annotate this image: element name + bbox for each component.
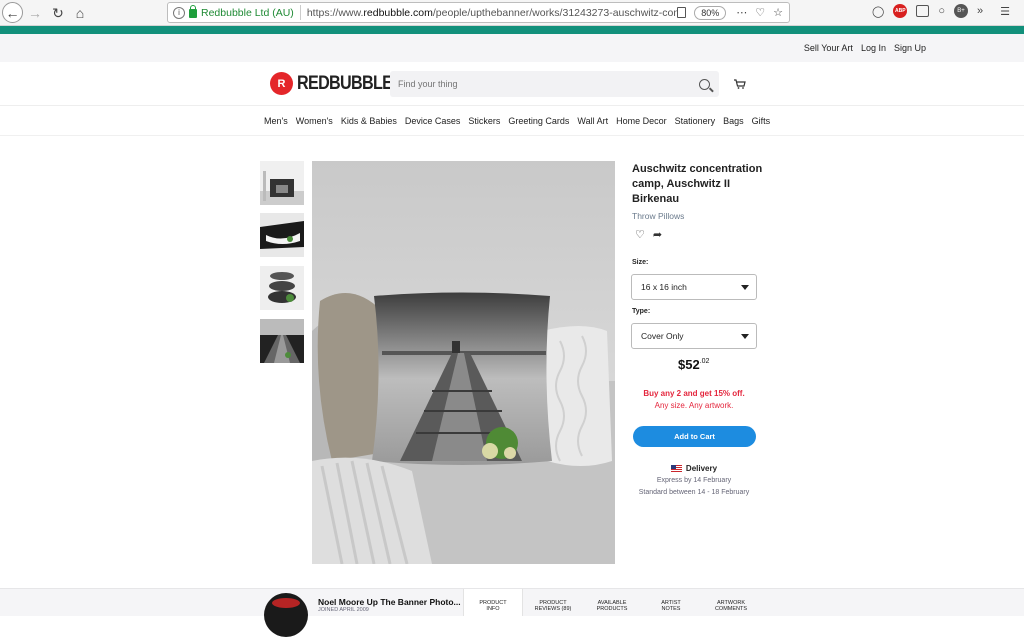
size-select[interactable]: 16 x 16 inch: [631, 274, 757, 300]
cart-icon[interactable]: [734, 79, 746, 89]
search-box: [390, 71, 719, 97]
menu-icon[interactable]: ☰: [1000, 5, 1010, 18]
tab-product-info[interactable]: PRODUCT INFO: [463, 589, 523, 616]
nav-wall-art[interactable]: Wall Art: [577, 116, 608, 126]
express-delivery: Express by 14 February: [656, 477, 732, 484]
nav-device-cases[interactable]: Device Cases: [405, 116, 461, 126]
artist-avatar[interactable]: [264, 593, 308, 637]
browser-toolbar: ← → ↻ ⌂ i Redbubble Ltd (AU) https://www…: [0, 0, 1024, 26]
nav-bags[interactable]: Bags: [723, 116, 744, 126]
url-path: /people/upthebanner/works/31243273-ausch…: [432, 6, 678, 19]
url-separator: [299, 5, 301, 20]
reload-icon[interactable]: ↻: [48, 3, 68, 23]
lock-icon: [189, 5, 197, 18]
price-main: $52: [678, 357, 700, 372]
back-icon[interactable]: ←: [2, 2, 23, 23]
nav-mens[interactable]: Men's: [264, 116, 288, 126]
reader-icon[interactable]: [916, 5, 930, 17]
sell-your-art-link[interactable]: Sell Your Art: [804, 43, 853, 53]
zoom-level[interactable]: 80%: [694, 5, 727, 20]
standard-delivery: Standard between 14 - 18 February: [638, 489, 750, 496]
logo[interactable]: R REDBUBBLE: [270, 72, 409, 95]
tab-label: REVIEWS (89): [534, 606, 572, 612]
thumbnail-1[interactable]: [260, 161, 304, 205]
adblock-icon[interactable]: ABP: [893, 4, 908, 18]
nav-stickers[interactable]: Stickers: [468, 116, 500, 126]
divider: [0, 135, 1024, 136]
product-title: Auschwitz concentration camp, Auschwitz …: [632, 163, 763, 205]
search-input[interactable]: [390, 71, 689, 97]
product-image[interactable]: [312, 161, 615, 564]
nav-kids-babies[interactable]: Kids & Babies: [341, 116, 397, 126]
site-header: R REDBUBBLE: [0, 62, 1024, 106]
thumbnail-3[interactable]: [260, 266, 304, 310]
utility-bar: Sell Your Art Log In Sign Up: [0, 34, 1024, 62]
tab-artist-notes[interactable]: ARTIST NOTES: [644, 589, 698, 616]
thumbnail-2[interactable]: [260, 213, 304, 257]
teal-banner: [0, 26, 1024, 34]
home-icon[interactable]: ⌂: [70, 3, 90, 23]
nav-stationery[interactable]: Stationery: [675, 116, 716, 126]
search-icon: [698, 78, 710, 90]
thumbnail-4[interactable]: [260, 319, 304, 363]
price: $52.02: [678, 357, 709, 372]
forward-icon[interactable]: →: [25, 3, 45, 23]
type-select[interactable]: Cover Only: [631, 323, 757, 349]
url-prefix: https://www.: [306, 6, 364, 19]
type-value: Cover Only: [641, 331, 684, 341]
tab-product-reviews[interactable]: PRODUCT REVIEWS (89): [524, 589, 582, 616]
size-value: 16 x 16 inch: [641, 282, 687, 292]
shield-icon[interactable]: ○: [938, 5, 945, 17]
share-icon[interactable]: ➦: [653, 228, 662, 241]
tab-artwork-comments[interactable]: ARTWORK COMMENTS: [702, 589, 760, 616]
mask-icon[interactable]: ◯: [872, 5, 884, 18]
sign-up-link[interactable]: Sign Up: [894, 43, 926, 53]
product-type-link[interactable]: Throw Pillows: [632, 211, 684, 221]
nav-gifts[interactable]: Gifts: [752, 116, 771, 126]
url-bar[interactable]: i Redbubble Ltd (AU) https://www.redbubb…: [167, 2, 790, 23]
heart-icon[interactable]: ♡: [635, 228, 645, 241]
artist-name[interactable]: Noel Moore Up The Banner Photo...: [318, 597, 461, 607]
url-text[interactable]: https://www.redbubble.com/people/uptheba…: [307, 7, 677, 19]
info-icon[interactable]: i: [173, 6, 185, 19]
us-flag-icon: [670, 465, 682, 472]
bookmark-star-icon[interactable]: ☆: [773, 6, 783, 19]
artist-joined: JOINED APRIL 2009: [318, 607, 369, 613]
category-nav: Men's Women's Kids & Babies Device Cases…: [264, 116, 778, 126]
caret-down-icon: [741, 333, 749, 339]
nav-greeting-cards[interactable]: Greeting Cards: [508, 116, 569, 126]
add-to-cart-button[interactable]: Add to Cart: [633, 426, 756, 447]
url-domain: redbubble.com: [363, 6, 433, 19]
tab-available-products[interactable]: AVAILABLE PRODUCTS: [584, 589, 640, 616]
tab-label: COMMENTS: [714, 606, 748, 612]
tab-label: INFO: [486, 606, 500, 612]
tab-label: PRODUCTS: [596, 606, 628, 612]
logo-mark-icon: R: [270, 72, 293, 95]
site-identity[interactable]: Redbubble Ltd (AU): [201, 7, 294, 19]
logo-text: REDBUBBLE: [297, 72, 393, 94]
extension-icon[interactable]: B+: [953, 4, 968, 18]
nav-home-decor[interactable]: Home Decor: [616, 116, 667, 126]
promo-line-2: Any size. Any artwork.: [654, 401, 734, 410]
reader-view-icon[interactable]: [677, 7, 687, 18]
caret-down-icon: [741, 284, 749, 290]
type-label: Type:: [632, 308, 651, 315]
nav-womens[interactable]: Women's: [296, 116, 333, 126]
tab-label: NOTES: [661, 606, 681, 612]
price-cents: .02: [699, 358, 710, 365]
log-in-link[interactable]: Log In: [861, 43, 886, 53]
delivery-heading: Delivery: [632, 464, 756, 473]
pocket-icon[interactable]: ♡: [755, 6, 765, 19]
overflow-icon[interactable]: »: [977, 5, 983, 17]
delivery-label: Delivery: [685, 464, 718, 473]
more-actions-icon[interactable]: ⋯: [736, 6, 747, 19]
size-label: Size:: [632, 259, 649, 266]
search-button[interactable]: [689, 71, 719, 97]
promo-line-1: Buy any 2 and get 15% off.: [643, 389, 745, 398]
